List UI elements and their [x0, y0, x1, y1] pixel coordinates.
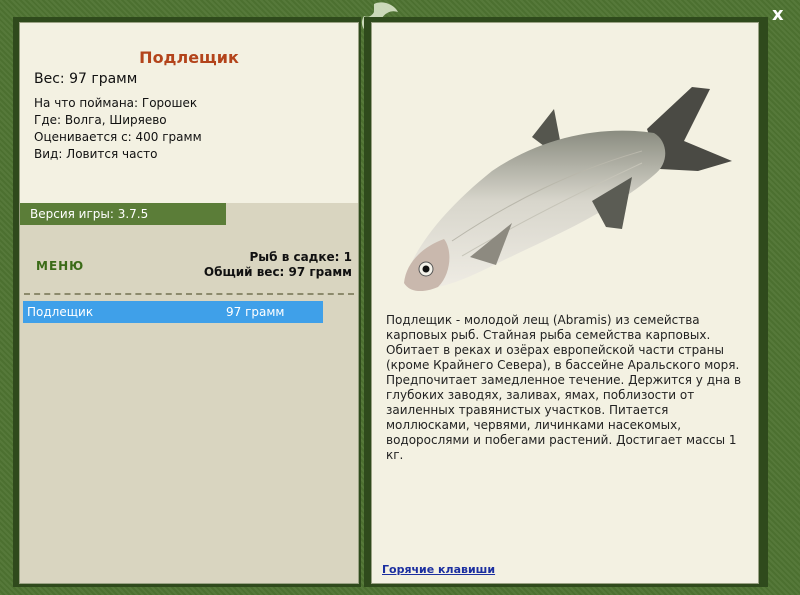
fish-description: Подлещик - молодой лещ (Abramis) из семе… — [386, 313, 742, 462]
version-bar: Версия игры: 3.7.5 — [20, 203, 226, 225]
fish-image — [392, 51, 732, 295]
catch-stats: Рыб в садке: 1 Общий вес: 97 грамм — [204, 250, 352, 280]
catch-total-weight: Общий вес: 97 грамм — [203, 265, 352, 279]
right-panel: Подлещик - молодой лещ (Abramis) из семе… — [371, 22, 759, 584]
menu-button[interactable]: МЕНЮ — [36, 259, 84, 273]
catch-count: Рыб в садке: 1 — [249, 250, 353, 264]
list-item[interactable]: Подлещик 97 грамм — [23, 301, 323, 323]
fish-value: Оценивается с: 400 грамм — [34, 130, 202, 144]
fish-bait: На что поймана: Горошек — [34, 96, 198, 110]
catch-list: Подлещик 97 грамм — [23, 301, 323, 323]
fish-title: Подлещик — [139, 48, 239, 67]
hotkeys-link[interactable]: Горячие клавиши — [382, 563, 495, 576]
fish-frequency: Вид: Ловится часто — [34, 147, 158, 161]
fish-location: Где: Волга, Ширяево — [34, 113, 167, 127]
list-item-weight: 97 грамм — [226, 305, 285, 319]
fish-info-box: Подлещик Вес: 97 грамм На что поймана: Г… — [20, 23, 358, 203]
fish-details: На что поймана: Горошек Где: Волга, Ширя… — [34, 95, 202, 163]
fish-weight: Вес: 97 грамм — [34, 71, 138, 87]
list-item-name: Подлещик — [27, 305, 94, 319]
divider — [24, 293, 354, 295]
close-icon[interactable]: x — [772, 4, 784, 25]
left-panel: Подлещик Вес: 97 грамм На что поймана: Г… — [19, 22, 359, 584]
